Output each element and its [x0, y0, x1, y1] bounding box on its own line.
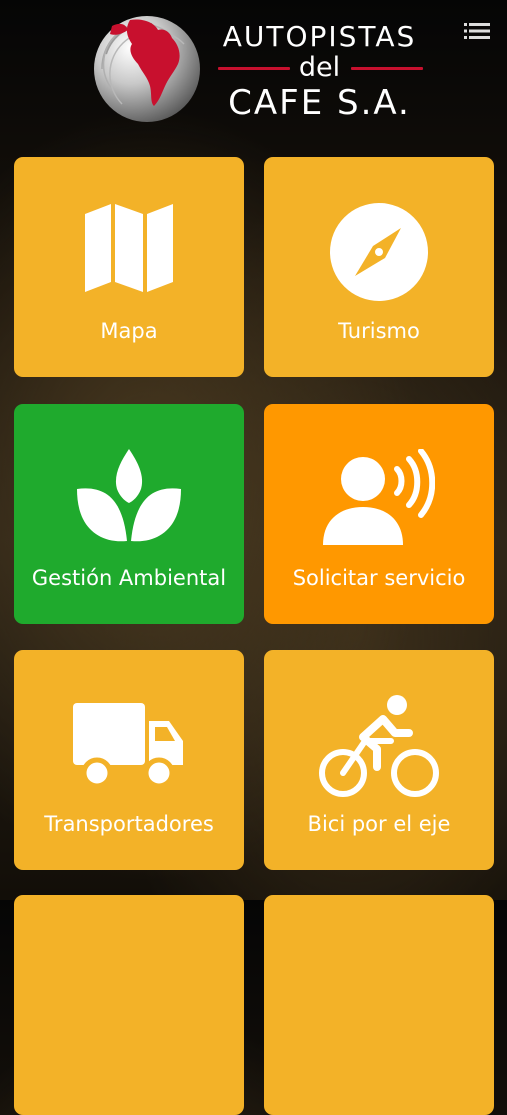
tile-label: Solicitar servicio: [292, 566, 466, 590]
tile-label: Transportadores: [44, 812, 214, 836]
tile-partial-left[interactable]: [14, 895, 244, 1115]
brand-company: CAFE S.A.: [228, 83, 411, 123]
tile-solicitar-servicio[interactable]: Solicitar servicio: [264, 404, 494, 624]
truck-icon: [73, 703, 183, 789]
tile-transportadores[interactable]: Transportadores: [14, 650, 244, 870]
brand-divider-right: [351, 67, 423, 70]
leaf-icon: [77, 449, 181, 542]
bicycle-icon: [319, 695, 439, 797]
brand-title: AUTOPISTAS: [222, 20, 417, 53]
tile-turismo[interactable]: Turismo: [264, 157, 494, 377]
brand-subtitle-row: del: [212, 54, 427, 82]
compass-icon: [330, 203, 428, 301]
app-header: AUTOPISTAS del CAFE S.A.: [0, 0, 507, 140]
tile-label: Gestión Ambiental: [31, 566, 227, 590]
tile-gestion-ambiental[interactable]: Gestión Ambiental: [14, 404, 244, 624]
tile-partial-right[interactable]: [264, 895, 494, 1115]
voice-request-icon: [323, 449, 435, 545]
list-icon[interactable]: [464, 22, 490, 40]
map-icon: [85, 204, 173, 292]
brand-divider-left: [218, 67, 290, 70]
tile-label: Bici por el eje: [307, 812, 451, 836]
brand-subtitle: del: [298, 52, 341, 83]
tile-label: Mapa: [100, 319, 158, 343]
brand-wordmark: AUTOPISTAS del CAFE S.A.: [212, 22, 427, 122]
globe-logo-icon: [94, 16, 200, 122]
tile-bici-por-el-eje[interactable]: Bici por el eje: [264, 650, 494, 870]
tile-label: Turismo: [338, 319, 420, 343]
tile-mapa[interactable]: Mapa: [14, 157, 244, 377]
